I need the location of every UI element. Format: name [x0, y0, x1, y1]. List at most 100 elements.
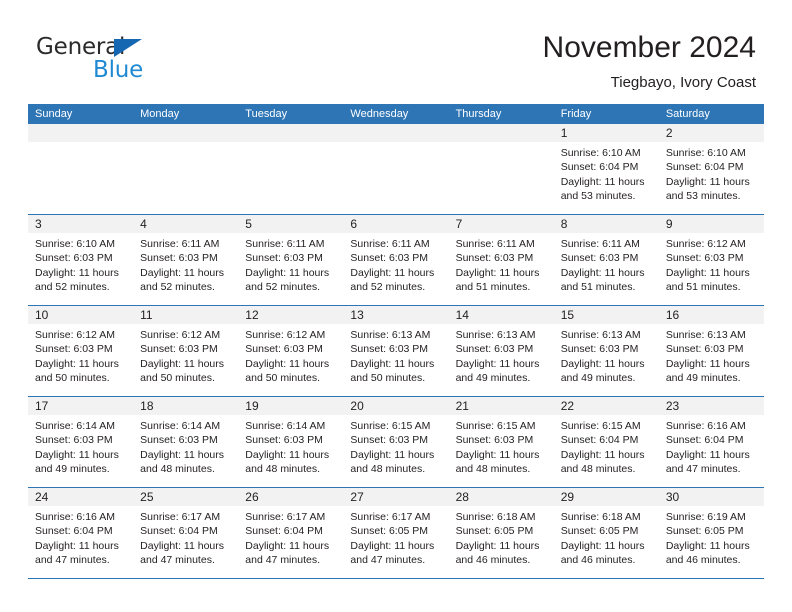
- calendar-day-cell[interactable]: 28 Sunrise: 6:18 AM Sunset: 6:05 PM Dayligh…: [448, 487, 554, 579]
- calendar-body: 1 Sunrise: 6:10 AM Sunset: 6:04 PM Daylight…: [28, 124, 764, 579]
- calendar-day-cell[interactable]: 15 Sunrise: 6:13 AM Sunset: 6:03 PM Dayligh…: [553, 305, 659, 397]
- day-number: 8: [553, 215, 659, 233]
- day-number: [238, 124, 344, 142]
- day-cell-inner: 18 Sunrise: 6:14 AM Sunset: 6:03 PM Dayligh…: [133, 397, 239, 487]
- daylight-text: Daylight: 11 hours and 52 minutes.: [245, 266, 330, 293]
- day-number: 1: [553, 124, 659, 142]
- calendar-day-cell[interactable]: 19 Sunrise: 6:14 AM Sunset: 6:03 PM Dayligh…: [238, 396, 344, 488]
- weekday-header-saturday: Saturday: [658, 104, 764, 124]
- calendar-day-cell[interactable]: 7 Sunrise: 6:11 AM Sunset: 6:03 PM Daylight…: [448, 214, 554, 306]
- sunset-text: Sunset: 6:03 PM: [245, 252, 323, 265]
- calendar-day-cell[interactable]: 5 Sunrise: 6:11 AM Sunset: 6:03 PM Daylight…: [238, 214, 344, 306]
- generalblue-logo: General Blue: [36, 34, 226, 86]
- sunset-text: Sunset: 6:04 PM: [560, 161, 639, 174]
- calendar-day-cell[interactable]: 17 Sunrise: 6:14 AM Sunset: 6:03 PM Dayligh…: [28, 396, 134, 488]
- calendar-day-cell[interactable]: 12 Sunrise: 6:12 AM Sunset: 6:03 PM Dayligh…: [238, 305, 344, 397]
- calendar-day-cell[interactable]: 21 Sunrise: 6:15 AM Sunset: 6:03 PM Dayligh…: [448, 396, 554, 488]
- calendar-day-cell[interactable]: 3 Sunrise: 6:10 AM Sunset: 6:03 PM Daylight…: [28, 214, 134, 306]
- day-details: Sunrise: 6:13 AM Sunset: 6:03 PM Daylight:…: [343, 324, 448, 385]
- day-number: 21: [448, 397, 554, 415]
- calendar-day-cell[interactable]: 27 Sunrise: 6:17 AM Sunset: 6:05 PM Dayligh…: [343, 487, 449, 579]
- sunrise-text: Sunrise: 6:15 AM: [560, 420, 641, 432]
- calendar-day-cell[interactable]: 2 Sunrise: 6:10 AM Sunset: 6:04 PM Daylight…: [658, 124, 764, 215]
- day-details: Sunrise: 6:11 AM Sunset: 6:03 PM Daylight:…: [238, 233, 343, 294]
- daylight-text: Daylight: 11 hours and 46 minutes.: [665, 539, 750, 566]
- sunset-text: Sunset: 6:03 PM: [245, 343, 323, 356]
- calendar-day-cell[interactable]: 14 Sunrise: 6:13 AM Sunset: 6:03 PM Dayligh…: [448, 305, 554, 397]
- calendar-day-cell[interactable]: 26 Sunrise: 6:17 AM Sunset: 6:04 PM Dayligh…: [238, 487, 344, 579]
- calendar-day-cell[interactable]: 29 Sunrise: 6:18 AM Sunset: 6:05 PM Dayligh…: [553, 487, 659, 579]
- weekday-header-friday: Friday: [553, 104, 659, 124]
- day-number: 19: [238, 397, 344, 415]
- calendar-day-cell[interactable]: 8 Sunrise: 6:11 AM Sunset: 6:03 PM Daylight…: [553, 214, 659, 306]
- day-number: 13: [343, 306, 449, 324]
- daylight-text: Daylight: 11 hours and 49 minutes.: [35, 448, 119, 475]
- day-cell-inner: 28 Sunrise: 6:18 AM Sunset: 6:05 PM Dayligh…: [448, 488, 554, 578]
- calendar-day-cell[interactable]: 24 Sunrise: 6:16 AM Sunset: 6:04 PM Dayligh…: [28, 487, 134, 579]
- day-details: Sunrise: 6:17 AM Sunset: 6:05 PM Daylight:…: [343, 506, 448, 567]
- daylight-text: Daylight: 11 hours and 50 minutes.: [350, 357, 435, 384]
- calendar-week-row: 3 Sunrise: 6:10 AM Sunset: 6:03 PM Daylight…: [28, 214, 764, 306]
- calendar-day-cell[interactable]: 13 Sunrise: 6:13 AM Sunset: 6:03 PM Dayligh…: [343, 305, 449, 397]
- day-details: Sunrise: 6:11 AM Sunset: 6:03 PM Daylight:…: [343, 233, 448, 294]
- calendar-day-cell[interactable]: 4 Sunrise: 6:11 AM Sunset: 6:03 PM Daylight…: [133, 214, 239, 306]
- calendar-day-cell[interactable]: 20 Sunrise: 6:15 AM Sunset: 6:03 PM Dayligh…: [343, 396, 449, 488]
- calendar-day-cell[interactable]: 30 Sunrise: 6:19 AM Sunset: 6:05 PM Dayligh…: [658, 487, 764, 579]
- day-number: 25: [133, 488, 239, 506]
- weekday-header-thursday: Thursday: [448, 104, 554, 124]
- sunrise-text: Sunrise: 6:13 AM: [350, 329, 431, 341]
- day-number: 5: [238, 215, 344, 233]
- calendar-day-cell[interactable]: 6 Sunrise: 6:11 AM Sunset: 6:03 PM Daylight…: [343, 214, 449, 306]
- calendar-day-cell[interactable]: 25 Sunrise: 6:17 AM Sunset: 6:04 PM Dayligh…: [133, 487, 239, 579]
- day-details: Sunrise: 6:15 AM Sunset: 6:04 PM Daylight:…: [554, 415, 659, 476]
- day-details: Sunrise: 6:12 AM Sunset: 6:03 PM Daylight:…: [28, 324, 133, 385]
- day-details: Sunrise: 6:13 AM Sunset: 6:03 PM Daylight:…: [449, 324, 554, 385]
- calendar-day-cell[interactable]: 9 Sunrise: 6:12 AM Sunset: 6:03 PM Daylight…: [658, 214, 764, 306]
- day-details: Sunrise: 6:13 AM Sunset: 6:03 PM Daylight:…: [554, 324, 659, 385]
- sunset-text: Sunset: 6:04 PM: [560, 434, 639, 447]
- day-number: 14: [448, 306, 554, 324]
- day-number: 16: [658, 306, 764, 324]
- day-cell-inner: [448, 124, 554, 214]
- sunset-text: Sunset: 6:03 PM: [35, 434, 113, 447]
- day-cell-inner: 3 Sunrise: 6:10 AM Sunset: 6:03 PM Daylight…: [28, 215, 134, 305]
- sunrise-text: Sunrise: 6:11 AM: [350, 238, 430, 250]
- sunrise-text: Sunrise: 6:14 AM: [35, 420, 115, 432]
- sunset-text: Sunset: 6:04 PM: [35, 525, 113, 538]
- daylight-text: Daylight: 11 hours and 46 minutes.: [455, 539, 540, 566]
- sunrise-text: Sunrise: 6:11 AM: [560, 238, 640, 250]
- sunrise-text: Sunrise: 6:14 AM: [245, 420, 326, 432]
- calendar-day-cell[interactable]: 11 Sunrise: 6:12 AM Sunset: 6:03 PM Dayligh…: [133, 305, 239, 397]
- calendar-day-cell[interactable]: 10 Sunrise: 6:12 AM Sunset: 6:03 PM Dayligh…: [28, 305, 134, 397]
- sunrise-text: Sunrise: 6:19 AM: [665, 511, 746, 523]
- sunrise-text: Sunrise: 6:13 AM: [455, 329, 536, 341]
- calendar-day-cell[interactable]: 18 Sunrise: 6:14 AM Sunset: 6:03 PM Dayligh…: [133, 396, 239, 488]
- sunrise-text: Sunrise: 6:16 AM: [35, 511, 115, 523]
- day-details: Sunrise: 6:15 AM Sunset: 6:03 PM Daylight:…: [449, 415, 554, 476]
- day-details: Sunrise: 6:16 AM Sunset: 6:04 PM Daylight:…: [659, 415, 764, 476]
- day-details: Sunrise: 6:15 AM Sunset: 6:03 PM Daylight:…: [343, 415, 448, 476]
- day-details: Sunrise: 6:14 AM Sunset: 6:03 PM Daylight:…: [133, 415, 238, 476]
- day-cell-inner: 14 Sunrise: 6:13 AM Sunset: 6:03 PM Dayligh…: [448, 306, 554, 396]
- day-cell-inner: 23 Sunrise: 6:16 AM Sunset: 6:04 PM Dayligh…: [658, 397, 764, 487]
- sunset-text: Sunset: 6:05 PM: [560, 525, 639, 538]
- weekday-header-wednesday: Wednesday: [343, 104, 449, 124]
- day-cell-inner: 4 Sunrise: 6:11 AM Sunset: 6:03 PM Daylight…: [133, 215, 239, 305]
- calendar-day-cell[interactable]: 16 Sunrise: 6:13 AM Sunset: 6:03 PM Dayligh…: [658, 305, 764, 397]
- daylight-text: Daylight: 11 hours and 48 minutes.: [455, 448, 540, 475]
- sunset-text: Sunset: 6:03 PM: [455, 343, 534, 356]
- day-details: Sunrise: 6:11 AM Sunset: 6:03 PM Daylight:…: [554, 233, 659, 294]
- day-cell-inner: 7 Sunrise: 6:11 AM Sunset: 6:03 PM Daylight…: [448, 215, 554, 305]
- day-cell-inner: 25 Sunrise: 6:17 AM Sunset: 6:04 PM Dayligh…: [133, 488, 239, 578]
- calendar-day-cell[interactable]: 23 Sunrise: 6:16 AM Sunset: 6:04 PM Dayligh…: [658, 396, 764, 488]
- day-cell-inner: 9 Sunrise: 6:12 AM Sunset: 6:03 PM Daylight…: [658, 215, 764, 305]
- calendar-week-row: 10 Sunrise: 6:12 AM Sunset: 6:03 PM Dayligh…: [28, 305, 764, 397]
- title-block: November 2024 Tiegbayo, Ivory Coast: [543, 30, 756, 94]
- day-details: Sunrise: 6:10 AM Sunset: 6:04 PM Daylight:…: [659, 142, 764, 203]
- calendar-day-cell[interactable]: 22 Sunrise: 6:15 AM Sunset: 6:04 PM Dayligh…: [553, 396, 659, 488]
- day-number: 30: [658, 488, 764, 506]
- day-cell-inner: 11 Sunrise: 6:12 AM Sunset: 6:03 PM Dayligh…: [133, 306, 239, 396]
- calendar-day-cell[interactable]: 1 Sunrise: 6:10 AM Sunset: 6:04 PM Daylight…: [553, 124, 659, 215]
- sunrise-text: Sunrise: 6:15 AM: [455, 420, 536, 432]
- daylight-text: Daylight: 11 hours and 53 minutes.: [665, 175, 750, 202]
